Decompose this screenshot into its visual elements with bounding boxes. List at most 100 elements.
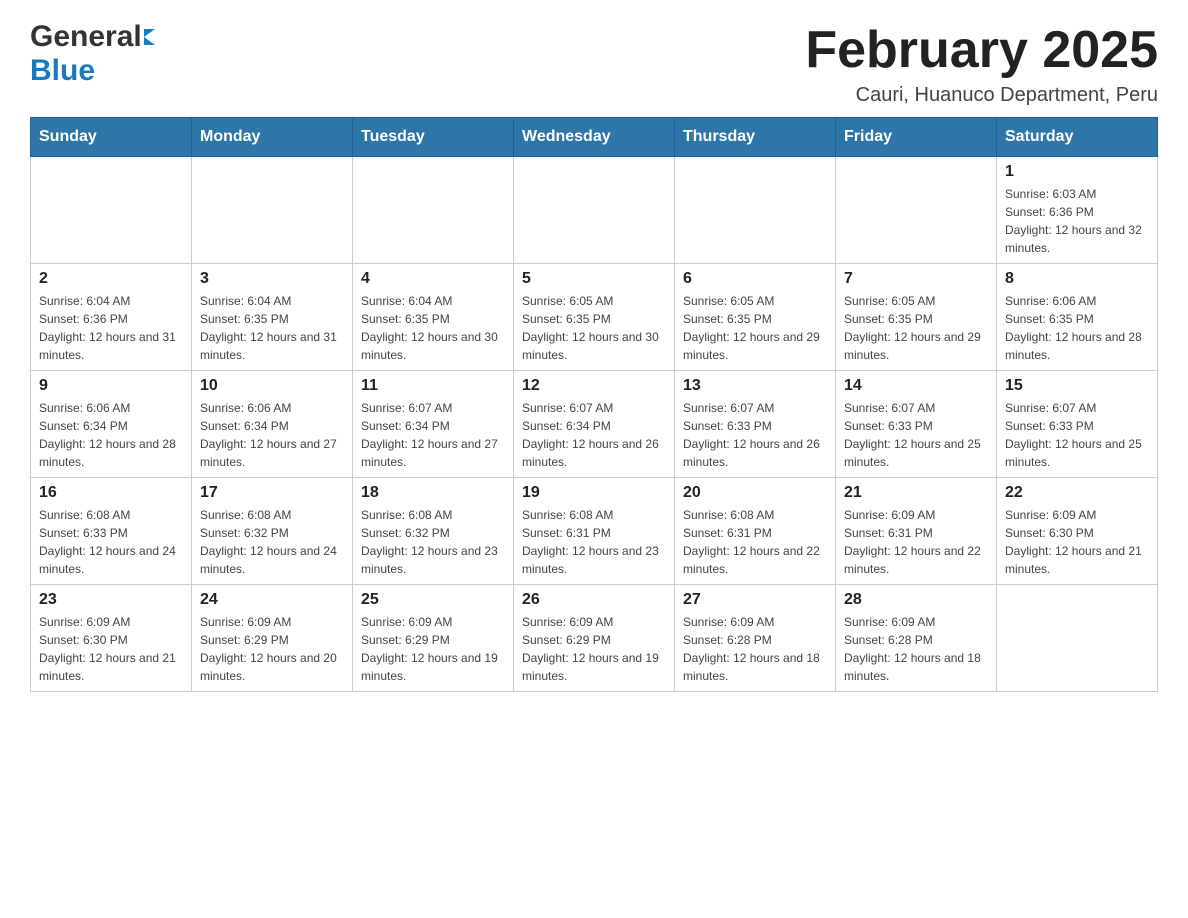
day-info: Sunrise: 6:07 AM Sunset: 6:34 PM Dayligh… <box>522 399 666 471</box>
day-info: Sunrise: 6:03 AM Sunset: 6:36 PM Dayligh… <box>1005 185 1149 257</box>
logo-blue-text: Blue <box>30 54 95 88</box>
calendar-cell: 25 Sunrise: 6:09 AM Sunset: 6:29 PM Dayli… <box>353 585 514 692</box>
day-info: Sunrise: 6:04 AM Sunset: 6:36 PM Dayligh… <box>39 292 183 364</box>
day-number: 10 <box>200 377 344 395</box>
day-info: Sunrise: 6:05 AM Sunset: 6:35 PM Dayligh… <box>844 292 988 364</box>
calendar-cell: 14Sunrise: 6:07 AM Sunset: 6:33 PM Dayli… <box>836 371 997 478</box>
weekday-header-saturday: Saturday <box>997 118 1158 157</box>
day-number: 26 <box>522 591 666 609</box>
day-number: 8 <box>1005 270 1149 288</box>
day-info: Sunrise: 6:05 AM Sunset: 6:35 PM Dayligh… <box>683 292 827 364</box>
day-info: Sunrise: 6:05 AM Sunset: 6:35 PM Dayligh… <box>522 292 666 364</box>
logo-general-text: General <box>30 20 142 54</box>
day-number: 11 <box>361 377 505 395</box>
day-info: Sunrise: 6:04 AM Sunset: 6:35 PM Dayligh… <box>361 292 505 364</box>
day-info: Sunrise: 6:08 AM Sunset: 6:32 PM Dayligh… <box>361 506 505 578</box>
logo: General Blue <box>30 20 155 88</box>
calendar-cell: 9Sunrise: 6:06 AM Sunset: 6:34 PM Daylig… <box>31 371 192 478</box>
calendar-cell: 19 Sunrise: 6:08 AM Sunset: 6:31 PM Dayli… <box>514 478 675 585</box>
day-number: 19 <box>522 484 666 502</box>
day-info: Sunrise: 6:08 AM Sunset: 6:31 PM Dayligh… <box>683 506 827 578</box>
day-info: Sunrise: 6:06 AM Sunset: 6:34 PM Dayligh… <box>39 399 183 471</box>
day-info: Sunrise: 6:09 AM Sunset: 6:31 PM Dayligh… <box>844 506 988 578</box>
day-info: Sunrise: 6:06 AM Sunset: 6:35 PM Dayligh… <box>1005 292 1149 364</box>
day-number: 28 <box>844 591 988 609</box>
calendar-cell: 26 Sunrise: 6:09 AM Sunset: 6:29 PM Dayli… <box>514 585 675 692</box>
page-header: General Blue February 2025 Cauri, Huanuc… <box>30 20 1158 107</box>
day-number: 12 <box>522 377 666 395</box>
day-number: 16 <box>39 484 183 502</box>
logo-flag-icon <box>144 29 155 45</box>
weekday-header-sunday: Sunday <box>31 118 192 157</box>
weekday-header-tuesday: Tuesday <box>353 118 514 157</box>
day-number: 2 <box>39 270 183 288</box>
day-number: 14 <box>844 377 988 395</box>
day-info: Sunrise: 6:08 AM Sunset: 6:32 PM Dayligh… <box>200 506 344 578</box>
day-info: Sunrise: 6:09 AM Sunset: 6:29 PM Dayligh… <box>522 613 666 685</box>
calendar-cell: 8 Sunrise: 6:06 AM Sunset: 6:35 PM Daylig… <box>997 264 1158 371</box>
title-area: February 2025 Cauri, Huanuco Department,… <box>805 20 1158 107</box>
calendar-cell: 10 Sunrise: 6:06 AM Sunset: 6:34 PM Dayli… <box>192 371 353 478</box>
day-number: 27 <box>683 591 827 609</box>
calendar-cell: 15 Sunrise: 6:07 AM Sunset: 6:33 PM Dayli… <box>997 371 1158 478</box>
day-info: Sunrise: 6:04 AM Sunset: 6:35 PM Dayligh… <box>200 292 344 364</box>
calendar-cell: 23Sunrise: 6:09 AM Sunset: 6:30 PM Dayli… <box>31 585 192 692</box>
day-info: Sunrise: 6:08 AM Sunset: 6:33 PM Dayligh… <box>39 506 183 578</box>
day-number: 13 <box>683 377 827 395</box>
day-number: 25 <box>361 591 505 609</box>
calendar-table: SundayMondayTuesdayWednesdayThursdayFrid… <box>30 117 1158 692</box>
day-info: Sunrise: 6:08 AM Sunset: 6:31 PM Dayligh… <box>522 506 666 578</box>
page-title: February 2025 <box>805 20 1158 80</box>
calendar-cell: 7Sunrise: 6:05 AM Sunset: 6:35 PM Daylig… <box>836 264 997 371</box>
calendar-cell: 18 Sunrise: 6:08 AM Sunset: 6:32 PM Dayli… <box>353 478 514 585</box>
calendar-cell: 16 Sunrise: 6:08 AM Sunset: 6:33 PM Dayli… <box>31 478 192 585</box>
week-row-4: 16 Sunrise: 6:08 AM Sunset: 6:33 PM Dayli… <box>31 478 1158 585</box>
calendar-cell: 28 Sunrise: 6:09 AM Sunset: 6:28 PM Dayli… <box>836 585 997 692</box>
day-number: 6 <box>683 270 827 288</box>
day-number: 1 <box>1005 163 1149 181</box>
day-number: 22 <box>1005 484 1149 502</box>
calendar-cell: 22Sunrise: 6:09 AM Sunset: 6:30 PM Dayli… <box>997 478 1158 585</box>
calendar-cell <box>675 157 836 264</box>
day-info: Sunrise: 6:09 AM Sunset: 6:29 PM Dayligh… <box>361 613 505 685</box>
day-number: 23 <box>39 591 183 609</box>
day-info: Sunrise: 6:09 AM Sunset: 6:29 PM Dayligh… <box>200 613 344 685</box>
day-number: 15 <box>1005 377 1149 395</box>
calendar-cell <box>353 157 514 264</box>
day-info: Sunrise: 6:07 AM Sunset: 6:34 PM Dayligh… <box>361 399 505 471</box>
calendar-cell <box>836 157 997 264</box>
day-number: 18 <box>361 484 505 502</box>
calendar-cell: 24 Sunrise: 6:09 AM Sunset: 6:29 PM Dayli… <box>192 585 353 692</box>
calendar-cell: 17Sunrise: 6:08 AM Sunset: 6:32 PM Dayli… <box>192 478 353 585</box>
calendar-cell <box>31 157 192 264</box>
weekday-header-thursday: Thursday <box>675 118 836 157</box>
calendar-cell: 4 Sunrise: 6:04 AM Sunset: 6:35 PM Daylig… <box>353 264 514 371</box>
day-number: 21 <box>844 484 988 502</box>
calendar-cell: 2 Sunrise: 6:04 AM Sunset: 6:36 PM Daylig… <box>31 264 192 371</box>
calendar-cell: 21 Sunrise: 6:09 AM Sunset: 6:31 PM Dayli… <box>836 478 997 585</box>
week-row-5: 23Sunrise: 6:09 AM Sunset: 6:30 PM Dayli… <box>31 585 1158 692</box>
calendar-cell: 20 Sunrise: 6:08 AM Sunset: 6:31 PM Dayli… <box>675 478 836 585</box>
week-row-1: 1 Sunrise: 6:03 AM Sunset: 6:36 PM Daylig… <box>31 157 1158 264</box>
day-number: 5 <box>522 270 666 288</box>
calendar-cell: 6 Sunrise: 6:05 AM Sunset: 6:35 PM Daylig… <box>675 264 836 371</box>
week-row-3: 9Sunrise: 6:06 AM Sunset: 6:34 PM Daylig… <box>31 371 1158 478</box>
weekday-header-friday: Friday <box>836 118 997 157</box>
calendar-cell: 12 Sunrise: 6:07 AM Sunset: 6:34 PM Dayli… <box>514 371 675 478</box>
day-info: Sunrise: 6:09 AM Sunset: 6:28 PM Dayligh… <box>683 613 827 685</box>
day-number: 4 <box>361 270 505 288</box>
day-number: 24 <box>200 591 344 609</box>
calendar-cell: 13 Sunrise: 6:07 AM Sunset: 6:33 PM Dayli… <box>675 371 836 478</box>
subtitle: Cauri, Huanuco Department, Peru <box>805 84 1158 107</box>
day-info: Sunrise: 6:07 AM Sunset: 6:33 PM Dayligh… <box>683 399 827 471</box>
calendar-header-row: SundayMondayTuesdayWednesdayThursdayFrid… <box>31 118 1158 157</box>
day-info: Sunrise: 6:06 AM Sunset: 6:34 PM Dayligh… <box>200 399 344 471</box>
calendar-cell: 1 Sunrise: 6:03 AM Sunset: 6:36 PM Daylig… <box>997 157 1158 264</box>
day-info: Sunrise: 6:07 AM Sunset: 6:33 PM Dayligh… <box>1005 399 1149 471</box>
day-number: 20 <box>683 484 827 502</box>
calendar-cell <box>192 157 353 264</box>
calendar-cell: 11 Sunrise: 6:07 AM Sunset: 6:34 PM Dayli… <box>353 371 514 478</box>
day-info: Sunrise: 6:09 AM Sunset: 6:28 PM Dayligh… <box>844 613 988 685</box>
calendar-cell <box>997 585 1158 692</box>
week-row-2: 2 Sunrise: 6:04 AM Sunset: 6:36 PM Daylig… <box>31 264 1158 371</box>
